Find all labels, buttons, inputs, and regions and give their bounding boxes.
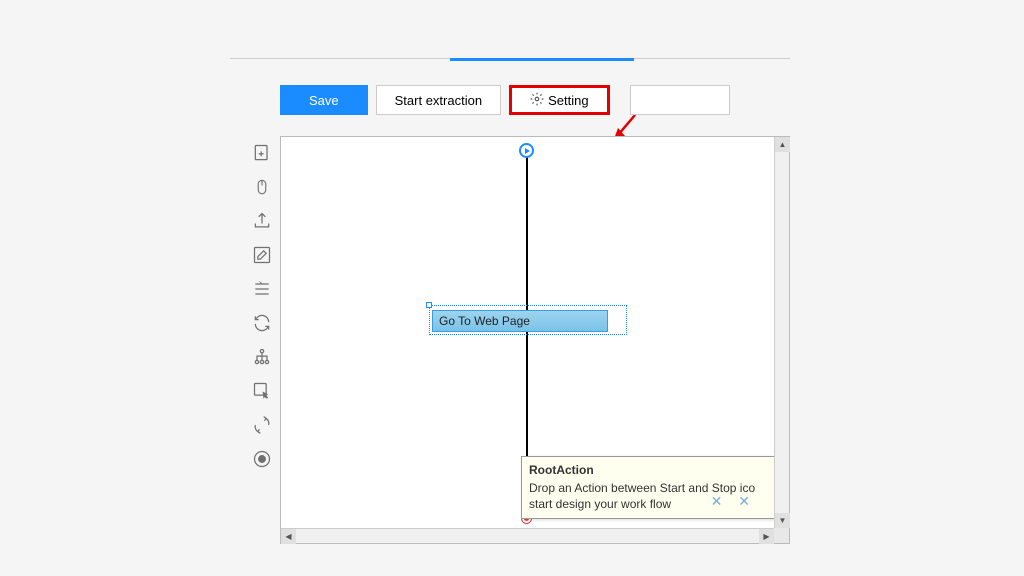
scroll-corner: [774, 528, 789, 543]
add-page-icon[interactable]: [251, 142, 273, 164]
workflow-canvas[interactable]: Go To Web Page RootAction Drop an Action…: [281, 137, 774, 528]
start-node[interactable]: [519, 143, 534, 158]
canvas-corner-actions[interactable]: ✕ ✕: [711, 493, 756, 510]
vertical-scrollbar[interactable]: ▲ ▼: [774, 137, 789, 528]
scroll-right-button[interactable]: ▶: [759, 529, 774, 544]
edit-icon[interactable]: [251, 244, 273, 266]
side-toolbar: [244, 136, 280, 544]
cursor-box-icon[interactable]: [251, 380, 273, 402]
refresh-icon[interactable]: [251, 312, 273, 334]
setting-button-label: Setting: [548, 93, 588, 108]
workflow-canvas-wrapper: Go To Web Page RootAction Drop an Action…: [280, 136, 790, 544]
main-toolbar: Save Start extraction Setting: [230, 82, 790, 118]
go-to-web-page-node[interactable]: Go To Web Page: [432, 310, 608, 332]
scroll-down-button[interactable]: ▼: [775, 513, 790, 528]
action-node-selection[interactable]: Go To Web Page: [429, 305, 627, 335]
mouse-icon[interactable]: [251, 176, 273, 198]
resize-handle-tl[interactable]: [426, 302, 432, 308]
scroll-left-button[interactable]: ◀: [281, 529, 296, 544]
setting-button[interactable]: Setting: [509, 85, 609, 115]
scroll-up-button[interactable]: ▲: [775, 137, 790, 152]
tooltip-title: RootAction: [529, 462, 767, 478]
upload-icon[interactable]: [251, 210, 273, 232]
list-icon[interactable]: [251, 278, 273, 300]
active-tab-indicator: [450, 58, 634, 61]
cycle-icon[interactable]: [251, 414, 273, 436]
blank-field: [630, 85, 730, 115]
save-button[interactable]: Save: [280, 85, 368, 115]
stop-circle-icon[interactable]: [251, 448, 273, 470]
main-area: Go To Web Page RootAction Drop an Action…: [244, 136, 790, 544]
start-extraction-button[interactable]: Start extraction: [376, 85, 501, 115]
tree-icon[interactable]: [251, 346, 273, 368]
gear-icon: [530, 92, 544, 109]
horizontal-scrollbar[interactable]: ◀ ▶: [281, 528, 774, 543]
